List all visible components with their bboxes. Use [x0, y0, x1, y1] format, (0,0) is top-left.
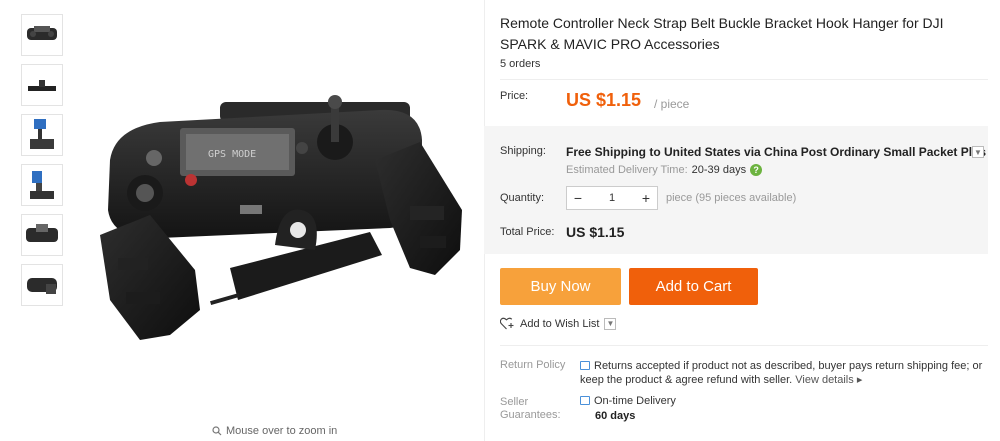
- seller-guarantees-label: Seller Guarantees:: [500, 396, 561, 422]
- svg-text:GPS MODE: GPS MODE: [208, 149, 256, 160]
- shipping-label: Shipping:: [500, 145, 546, 157]
- total-price-label: Total Price:: [500, 226, 555, 238]
- quantity-stepper: − +: [566, 186, 658, 210]
- remote-controller-icon: GPS MODE: [100, 95, 462, 340]
- zoom-hint: Mouse over to zoom in: [212, 425, 337, 437]
- return-policy-label: Return Policy: [500, 359, 566, 371]
- help-icon[interactable]: ?: [750, 164, 763, 176]
- thumbnail-list: [21, 14, 63, 314]
- divider: [500, 79, 988, 80]
- delivery-days: 60 days: [595, 410, 636, 422]
- view-details-label: View details: [795, 374, 854, 386]
- delivery-estimate-value: 20-39 days: [691, 164, 747, 176]
- quantity-label: Quantity:: [500, 192, 545, 204]
- return-icon: [580, 361, 590, 370]
- total-price-value: US $1.15: [566, 224, 625, 240]
- thumbnail-1[interactable]: [21, 14, 63, 56]
- heart-plus-icon: [500, 317, 514, 330]
- delivery-estimate: Estimated Delivery Time: 20-39 days ?: [566, 164, 763, 176]
- thumbnail-3[interactable]: [21, 114, 63, 156]
- thumbnail-5[interactable]: [21, 214, 63, 256]
- thumbnail-2[interactable]: [21, 64, 63, 106]
- price-value: US $1.15: [566, 90, 642, 110]
- add-to-wish-list[interactable]: Add to Wish List ▼: [500, 317, 617, 330]
- quantity-input[interactable]: [589, 187, 635, 209]
- delivery-estimate-label: Estimated Delivery Time:: [566, 164, 688, 176]
- add-to-cart-button[interactable]: Add to Cart: [629, 268, 758, 305]
- product-title: Remote Controller Neck Strap Belt Buckle…: [500, 15, 944, 52]
- divider: [500, 345, 988, 346]
- main-product-image[interactable]: GPS MODE: [90, 10, 480, 415]
- shipping-dropdown-icon[interactable]: ▼: [972, 146, 984, 158]
- shipping-method[interactable]: Free Shipping to United States via China…: [566, 145, 986, 159]
- delivery-icon: [580, 396, 590, 405]
- return-policy-text: Returns accepted if product not as descr…: [580, 359, 988, 387]
- caret-right-icon: ▸: [856, 374, 863, 386]
- thumbnail-4[interactable]: [21, 164, 63, 206]
- thumbnail-6[interactable]: [21, 264, 63, 306]
- quantity-decrease-button[interactable]: −: [567, 187, 589, 209]
- on-time-delivery-label: On-time Delivery: [594, 395, 676, 407]
- zoom-hint-text: Mouse over to zoom in: [226, 425, 338, 437]
- on-time-delivery: On-time Delivery: [580, 395, 676, 407]
- quantity-available: piece (95 pieces available): [666, 192, 797, 204]
- seller-label-line2: Guarantees:: [500, 409, 561, 421]
- chevron-down-icon[interactable]: ▼: [604, 317, 617, 330]
- seller-label-line1: Seller: [500, 396, 529, 408]
- magnifier-icon: [212, 426, 222, 436]
- wish-list-label: Add to Wish List: [520, 317, 600, 330]
- price-label: Price:: [500, 90, 529, 102]
- price-unit: / piece: [654, 97, 690, 111]
- view-details-link[interactable]: View details ▸: [795, 374, 862, 386]
- return-policy-description: Returns accepted if product not as descr…: [580, 360, 983, 386]
- order-count: 5 orders: [500, 58, 541, 70]
- buy-now-button[interactable]: Buy Now: [500, 268, 621, 305]
- quantity-increase-button[interactable]: +: [635, 187, 657, 209]
